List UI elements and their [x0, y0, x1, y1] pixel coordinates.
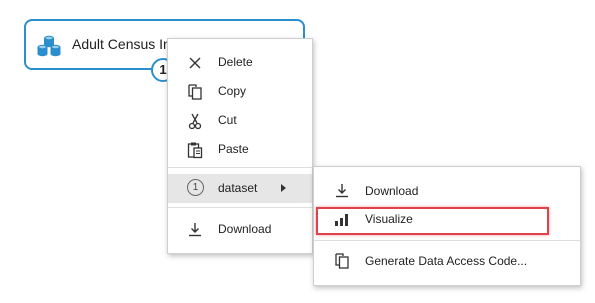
- menu-separator: [314, 240, 580, 241]
- copy-icon: [188, 84, 202, 100]
- menu-item-copy[interactable]: Copy: [168, 77, 312, 106]
- submenu-item-label: Download: [365, 184, 419, 198]
- submenu-item-generate-data-access-code[interactable]: Generate Data Access Code...: [314, 247, 580, 275]
- menu-item-dataset[interactable]: 1 dataset: [168, 174, 312, 203]
- submenu-arrow-icon: [281, 184, 286, 192]
- context-menu: Delete Copy Cut Paste 1 dataset Download: [167, 38, 313, 254]
- menu-item-delete[interactable]: Delete: [168, 48, 312, 77]
- circled-number-icon: 1: [187, 179, 204, 196]
- menu-item-label: Download: [218, 222, 272, 236]
- delete-x-icon: [189, 57, 201, 69]
- menu-item-label: Delete: [218, 55, 253, 69]
- download-icon: [189, 223, 201, 237]
- download-icon: [336, 184, 348, 198]
- copy-code-icon: [335, 253, 349, 269]
- menu-item-label: Copy: [218, 84, 247, 98]
- node-title: Adult Census In: [72, 36, 171, 52]
- paste-icon: [187, 142, 203, 159]
- submenu-item-label: Generate Data Access Code...: [365, 254, 528, 268]
- menu-item-paste[interactable]: Paste: [168, 135, 312, 164]
- menu-separator: [168, 167, 312, 168]
- scissors-icon: [188, 113, 202, 130]
- menu-item-label: dataset: [218, 181, 258, 195]
- highlight-outline: [316, 207, 549, 235]
- menu-item-download[interactable]: Download: [168, 215, 312, 244]
- menu-item-label: Paste: [218, 142, 249, 156]
- menu-item-cut[interactable]: Cut: [168, 106, 312, 135]
- submenu-item-download[interactable]: Download: [314, 177, 580, 205]
- database-stack-icon: [37, 35, 61, 57]
- menu-item-label: Cut: [218, 113, 237, 127]
- menu-separator: [168, 207, 312, 208]
